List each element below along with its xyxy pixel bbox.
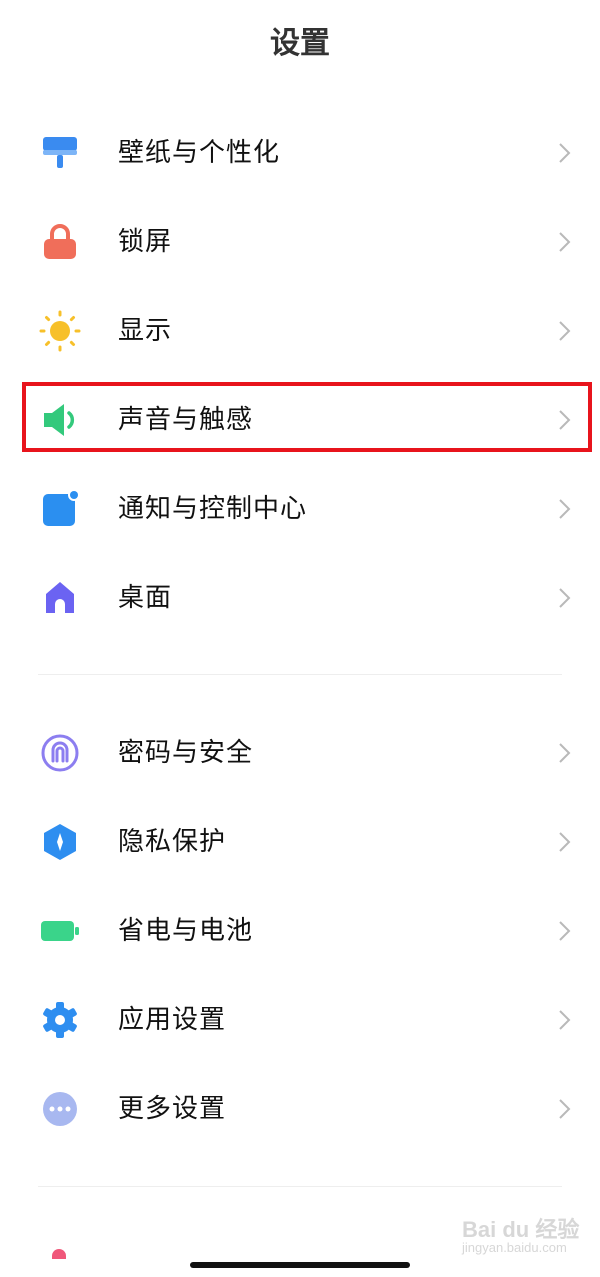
- fingerprint-icon: [38, 731, 82, 775]
- settings-item-label: 桌面: [118, 583, 173, 613]
- chevron-right-icon: [559, 321, 571, 341]
- settings-item-password-security[interactable]: 密码与安全: [0, 709, 600, 797]
- settings-item-display[interactable]: 显示: [0, 287, 600, 375]
- settings-item-notifications[interactable]: 通知与控制中心: [0, 465, 600, 553]
- lock-icon: [38, 220, 82, 264]
- wallpaper-icon: [38, 131, 82, 175]
- home-icon: [38, 576, 82, 620]
- group-divider: [38, 1186, 562, 1187]
- settings-item-label: 密码与安全: [118, 738, 254, 768]
- settings-item-label: 锁屏: [118, 227, 173, 257]
- more-icon: [38, 1087, 82, 1131]
- settings-item-label: 通知与控制中心: [118, 494, 308, 524]
- settings-item-label: 显示: [118, 316, 173, 346]
- settings-item-app-settings[interactable]: 应用设置: [0, 976, 600, 1064]
- gear-icon: [38, 998, 82, 1042]
- chevron-right-icon: [559, 588, 571, 608]
- highlight-box: [22, 382, 592, 452]
- chevron-right-icon: [559, 743, 571, 763]
- chevron-right-icon: [559, 921, 571, 941]
- settings-item-battery[interactable]: 省电与电池: [0, 887, 600, 975]
- group-divider: [38, 674, 562, 675]
- settings-item-lockscreen[interactable]: 锁屏: [0, 198, 600, 286]
- chevron-right-icon: [559, 232, 571, 252]
- chevron-right-icon: [559, 832, 571, 852]
- chevron-right-icon: [559, 499, 571, 519]
- battery-icon: [38, 909, 82, 953]
- chevron-right-icon: [559, 1099, 571, 1119]
- page-title: 设置: [270, 26, 330, 61]
- settings-item-more-settings[interactable]: 更多设置: [0, 1065, 600, 1153]
- settings-item-label: 隐私保护: [118, 827, 227, 857]
- privacy-shield-icon: [38, 820, 82, 864]
- settings-item-wallpaper[interactable]: 壁纸与个性化: [0, 109, 600, 197]
- watermark: Bai du 经验 jingyan.baidu.com: [462, 1212, 590, 1262]
- home-indicator[interactable]: [190, 1262, 410, 1268]
- settings-item-label: 省电与电池: [118, 916, 254, 946]
- watermark-url: jingyan.baidu.com: [462, 1240, 567, 1255]
- sun-icon: [38, 309, 82, 353]
- settings-item-label: 应用设置: [118, 1005, 227, 1035]
- partial-item-icon: [52, 1249, 66, 1259]
- notification-icon: [38, 487, 82, 531]
- chevron-right-icon: [559, 143, 571, 163]
- settings-item-label: 更多设置: [118, 1094, 227, 1124]
- chevron-right-icon: [559, 1010, 571, 1030]
- settings-item-desktop[interactable]: 桌面: [0, 554, 600, 642]
- settings-item-privacy[interactable]: 隐私保护: [0, 798, 600, 886]
- settings-item-label: 壁纸与个性化: [118, 138, 281, 168]
